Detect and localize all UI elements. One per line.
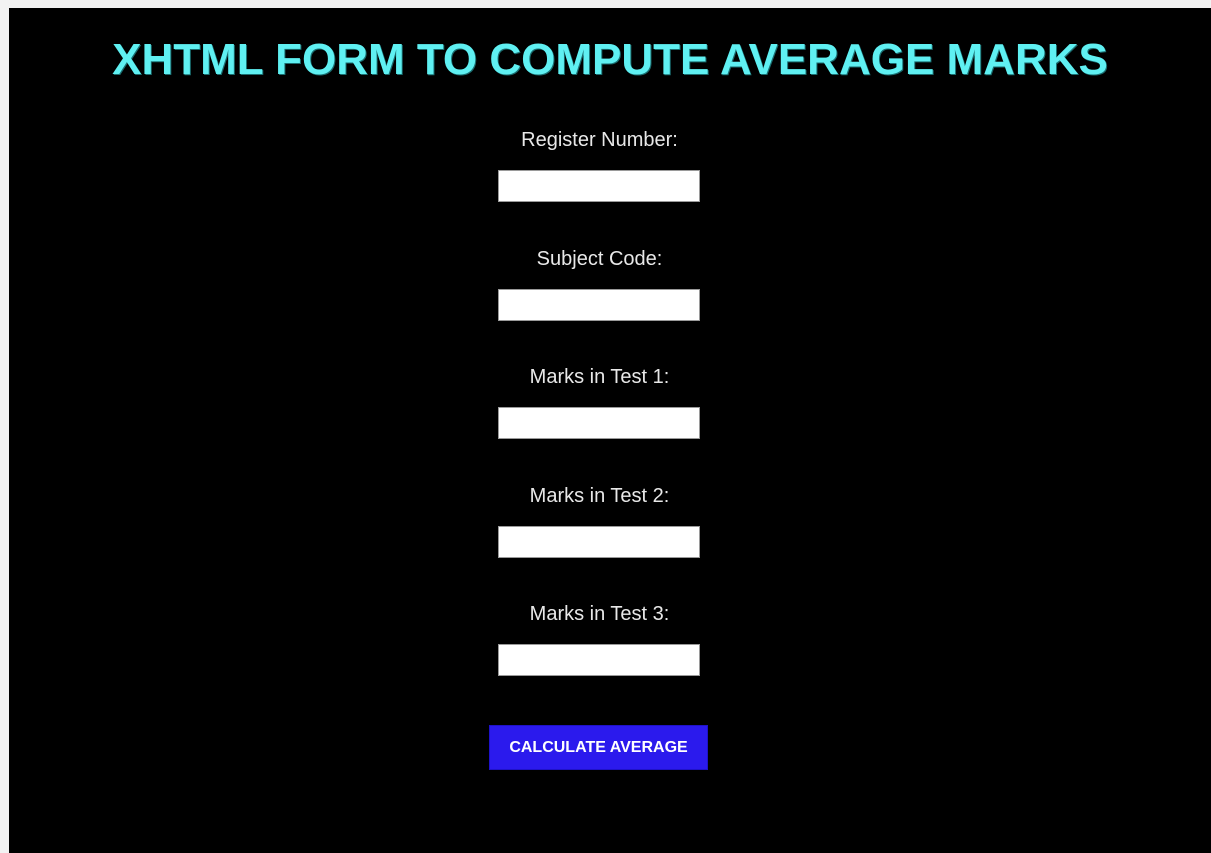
- subject-code-field[interactable]: [498, 289, 700, 321]
- register-number-label: Register Number:: [521, 129, 678, 151]
- average-marks-form: Register Number: Subject Code: Marks in …: [9, 8, 1211, 853]
- subject-code-label: Subject Code:: [536, 248, 663, 270]
- test1-marks-label: Marks in Test 1:: [529, 366, 670, 388]
- page-frame: XHTML FORM TO COMPUTE AVERAGE MARKS Regi…: [9, 8, 1211, 853]
- test3-marks-label: Marks in Test 3:: [529, 603, 670, 625]
- calculate-average-button[interactable]: CALCULATE AVERAGE: [489, 725, 708, 770]
- test2-marks-label: Marks in Test 2:: [529, 485, 670, 507]
- test1-marks-field[interactable]: [498, 407, 700, 439]
- test3-marks-field[interactable]: [498, 644, 700, 676]
- register-number-field[interactable]: [498, 170, 700, 202]
- test2-marks-field[interactable]: [498, 526, 700, 558]
